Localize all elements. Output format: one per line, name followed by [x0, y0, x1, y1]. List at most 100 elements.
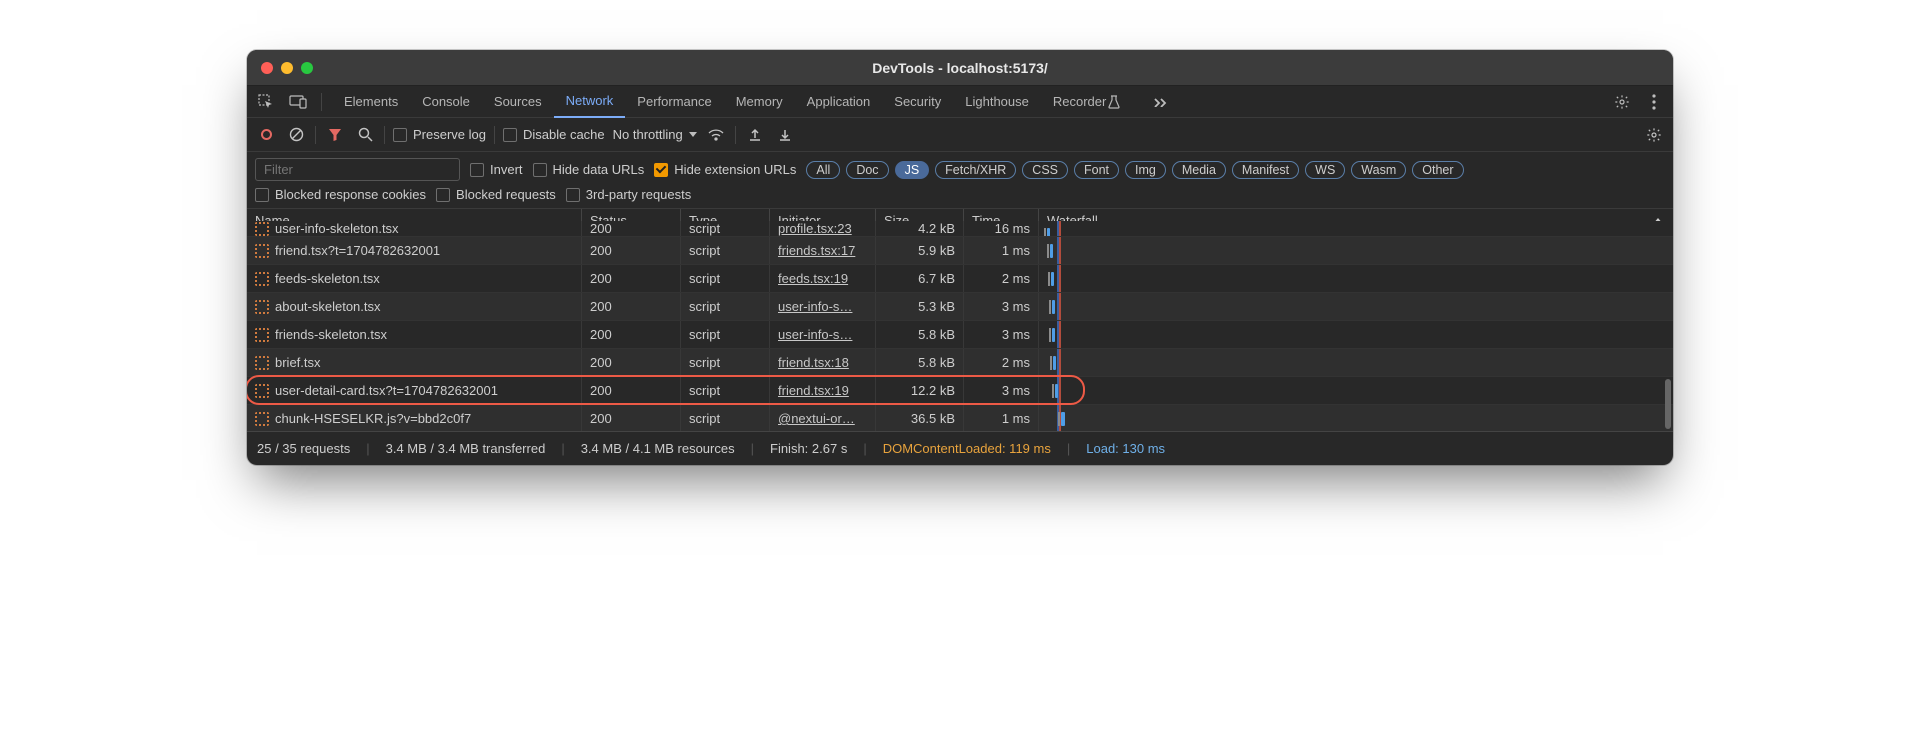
script-icon	[255, 356, 269, 370]
filter-pill-css[interactable]: CSS	[1022, 161, 1068, 179]
cell-initiator[interactable]: friends.tsx:17	[778, 243, 855, 258]
table-row[interactable]: user-info-skeleton.tsx200scriptprofile.t…	[247, 221, 1673, 237]
cell-name: user-info-skeleton.tsx	[275, 221, 399, 236]
table-row[interactable]: user-detail-card.tsx?t=1704782632001200s…	[247, 377, 1673, 405]
hide-extension-urls-checkbox[interactable]: Hide extension URLs	[654, 162, 796, 177]
filter-pill-img[interactable]: Img	[1125, 161, 1166, 179]
gear-icon[interactable]	[1609, 89, 1635, 115]
filter-pill-all[interactable]: All	[806, 161, 840, 179]
separator-icon	[735, 126, 736, 144]
blocked-requests-checkbox[interactable]: Blocked requests	[436, 187, 556, 202]
overflow-icon[interactable]	[1148, 89, 1174, 115]
filter-pill-js[interactable]: JS	[895, 161, 930, 179]
tab-console[interactable]: Console	[410, 86, 482, 118]
inspect-icon[interactable]	[253, 89, 279, 115]
filter-icon[interactable]	[324, 124, 346, 146]
cell-waterfall	[1039, 405, 1673, 431]
cell-type: script	[681, 221, 770, 236]
cell-initiator[interactable]: feeds.tsx:19	[778, 271, 848, 286]
tab-elements[interactable]: Elements	[332, 86, 410, 118]
kebab-icon[interactable]	[1641, 89, 1667, 115]
cell-size: 12.2 kB	[876, 377, 964, 404]
summary-requests: 25 / 35 requests	[257, 441, 350, 456]
cell-time: 3 ms	[964, 377, 1039, 404]
cell-name: friend.tsx?t=1704782632001	[275, 243, 440, 258]
gear-icon[interactable]	[1643, 124, 1665, 146]
minimize-icon[interactable]	[281, 62, 293, 74]
cell-waterfall	[1039, 321, 1673, 348]
filter-pill-media[interactable]: Media	[1172, 161, 1226, 179]
script-icon	[255, 412, 269, 426]
blocked-response-label: Blocked response cookies	[275, 187, 426, 202]
preserve-log-checkbox[interactable]: Preserve log	[393, 127, 486, 142]
throttling-label: No throttling	[613, 127, 683, 142]
throttling-select[interactable]: No throttling	[613, 127, 697, 142]
table-row[interactable]: brief.tsx200scriptfriend.tsx:185.8 kB2 m…	[247, 349, 1673, 377]
cell-type: script	[681, 237, 770, 264]
cell-status: 200	[582, 349, 681, 376]
clear-icon[interactable]	[285, 124, 307, 146]
invert-checkbox[interactable]: Invert	[470, 162, 523, 177]
table-row[interactable]: chunk-HSESELKR.js?v=bbd2c0f7200script@ne…	[247, 405, 1673, 431]
scrollbar-thumb[interactable]	[1665, 379, 1671, 429]
filter-pill-manifest[interactable]: Manifest	[1232, 161, 1299, 179]
filter-pill-other[interactable]: Other	[1412, 161, 1463, 179]
traffic-lights	[247, 62, 313, 74]
cell-size: 5.9 kB	[876, 237, 964, 264]
blocked-response-cookies-checkbox[interactable]: Blocked response cookies	[255, 187, 426, 202]
tab-lighthouse[interactable]: Lighthouse	[953, 86, 1041, 118]
upload-icon[interactable]	[744, 124, 766, 146]
cell-initiator[interactable]: friend.tsx:18	[778, 355, 849, 370]
filter-pill-wasm[interactable]: Wasm	[1351, 161, 1406, 179]
cell-initiator[interactable]: user-info-s…	[778, 327, 852, 342]
hide-extension-urls-label: Hide extension URLs	[674, 162, 796, 177]
tab-memory[interactable]: Memory	[724, 86, 795, 118]
table-row[interactable]: friends-skeleton.tsx200scriptuser-info-s…	[247, 321, 1673, 349]
cell-status: 200	[582, 293, 681, 320]
table-row[interactable]: about-skeleton.tsx200scriptuser-info-s…5…	[247, 293, 1673, 321]
filter-pill-ws[interactable]: WS	[1305, 161, 1345, 179]
hide-data-urls-checkbox[interactable]: Hide data URLs	[533, 162, 645, 177]
tab-security[interactable]: Security	[882, 86, 953, 118]
table-body: user-info-skeleton.tsx200scriptprofile.t…	[247, 221, 1673, 431]
cell-name: about-skeleton.tsx	[275, 299, 381, 314]
third-party-requests-checkbox[interactable]: 3rd-party requests	[566, 187, 692, 202]
cell-initiator[interactable]: profile.tsx:23	[778, 221, 852, 236]
cell-time: 2 ms	[964, 265, 1039, 292]
cell-type: script	[681, 377, 770, 404]
tab-performance[interactable]: Performance	[625, 86, 723, 118]
filter-pill-font[interactable]: Font	[1074, 161, 1119, 179]
chevron-down-icon	[689, 132, 697, 137]
disable-cache-label: Disable cache	[523, 127, 605, 142]
cell-initiator[interactable]: friend.tsx:19	[778, 383, 849, 398]
search-icon[interactable]	[354, 124, 376, 146]
wifi-icon[interactable]	[705, 124, 727, 146]
cell-name: brief.tsx	[275, 355, 321, 370]
table-row[interactable]: friend.tsx?t=1704782632001200scriptfrien…	[247, 237, 1673, 265]
window-title: DevTools - localhost:5173/	[872, 60, 1048, 76]
close-icon[interactable]	[261, 62, 273, 74]
table-row[interactable]: feeds-skeleton.tsx200scriptfeeds.tsx:196…	[247, 265, 1673, 293]
cell-waterfall	[1039, 349, 1673, 376]
titlebar: DevTools - localhost:5173/	[247, 50, 1673, 86]
filter-pill-doc[interactable]: Doc	[846, 161, 888, 179]
cell-status: 200	[582, 321, 681, 348]
filter-pill-fetch-xhr[interactable]: Fetch/XHR	[935, 161, 1016, 179]
device-toggle-icon[interactable]	[285, 89, 311, 115]
preserve-log-label: Preserve log	[413, 127, 486, 142]
zoom-icon[interactable]	[301, 62, 313, 74]
cell-size: 5.8 kB	[876, 349, 964, 376]
cell-type: script	[681, 405, 770, 431]
filter-input[interactable]	[255, 158, 460, 181]
tab-network[interactable]: Network	[554, 86, 626, 118]
cell-status: 200	[582, 265, 681, 292]
tab-recorder[interactable]: Recorder	[1041, 86, 1132, 118]
disable-cache-checkbox[interactable]: Disable cache	[503, 127, 605, 142]
cell-time: 1 ms	[964, 405, 1039, 431]
tab-sources[interactable]: Sources	[482, 86, 554, 118]
download-icon[interactable]	[774, 124, 796, 146]
record-icon[interactable]	[255, 124, 277, 146]
cell-initiator[interactable]: user-info-s…	[778, 299, 852, 314]
tab-application[interactable]: Application	[795, 86, 883, 118]
cell-initiator[interactable]: @nextui-or…	[778, 411, 855, 426]
